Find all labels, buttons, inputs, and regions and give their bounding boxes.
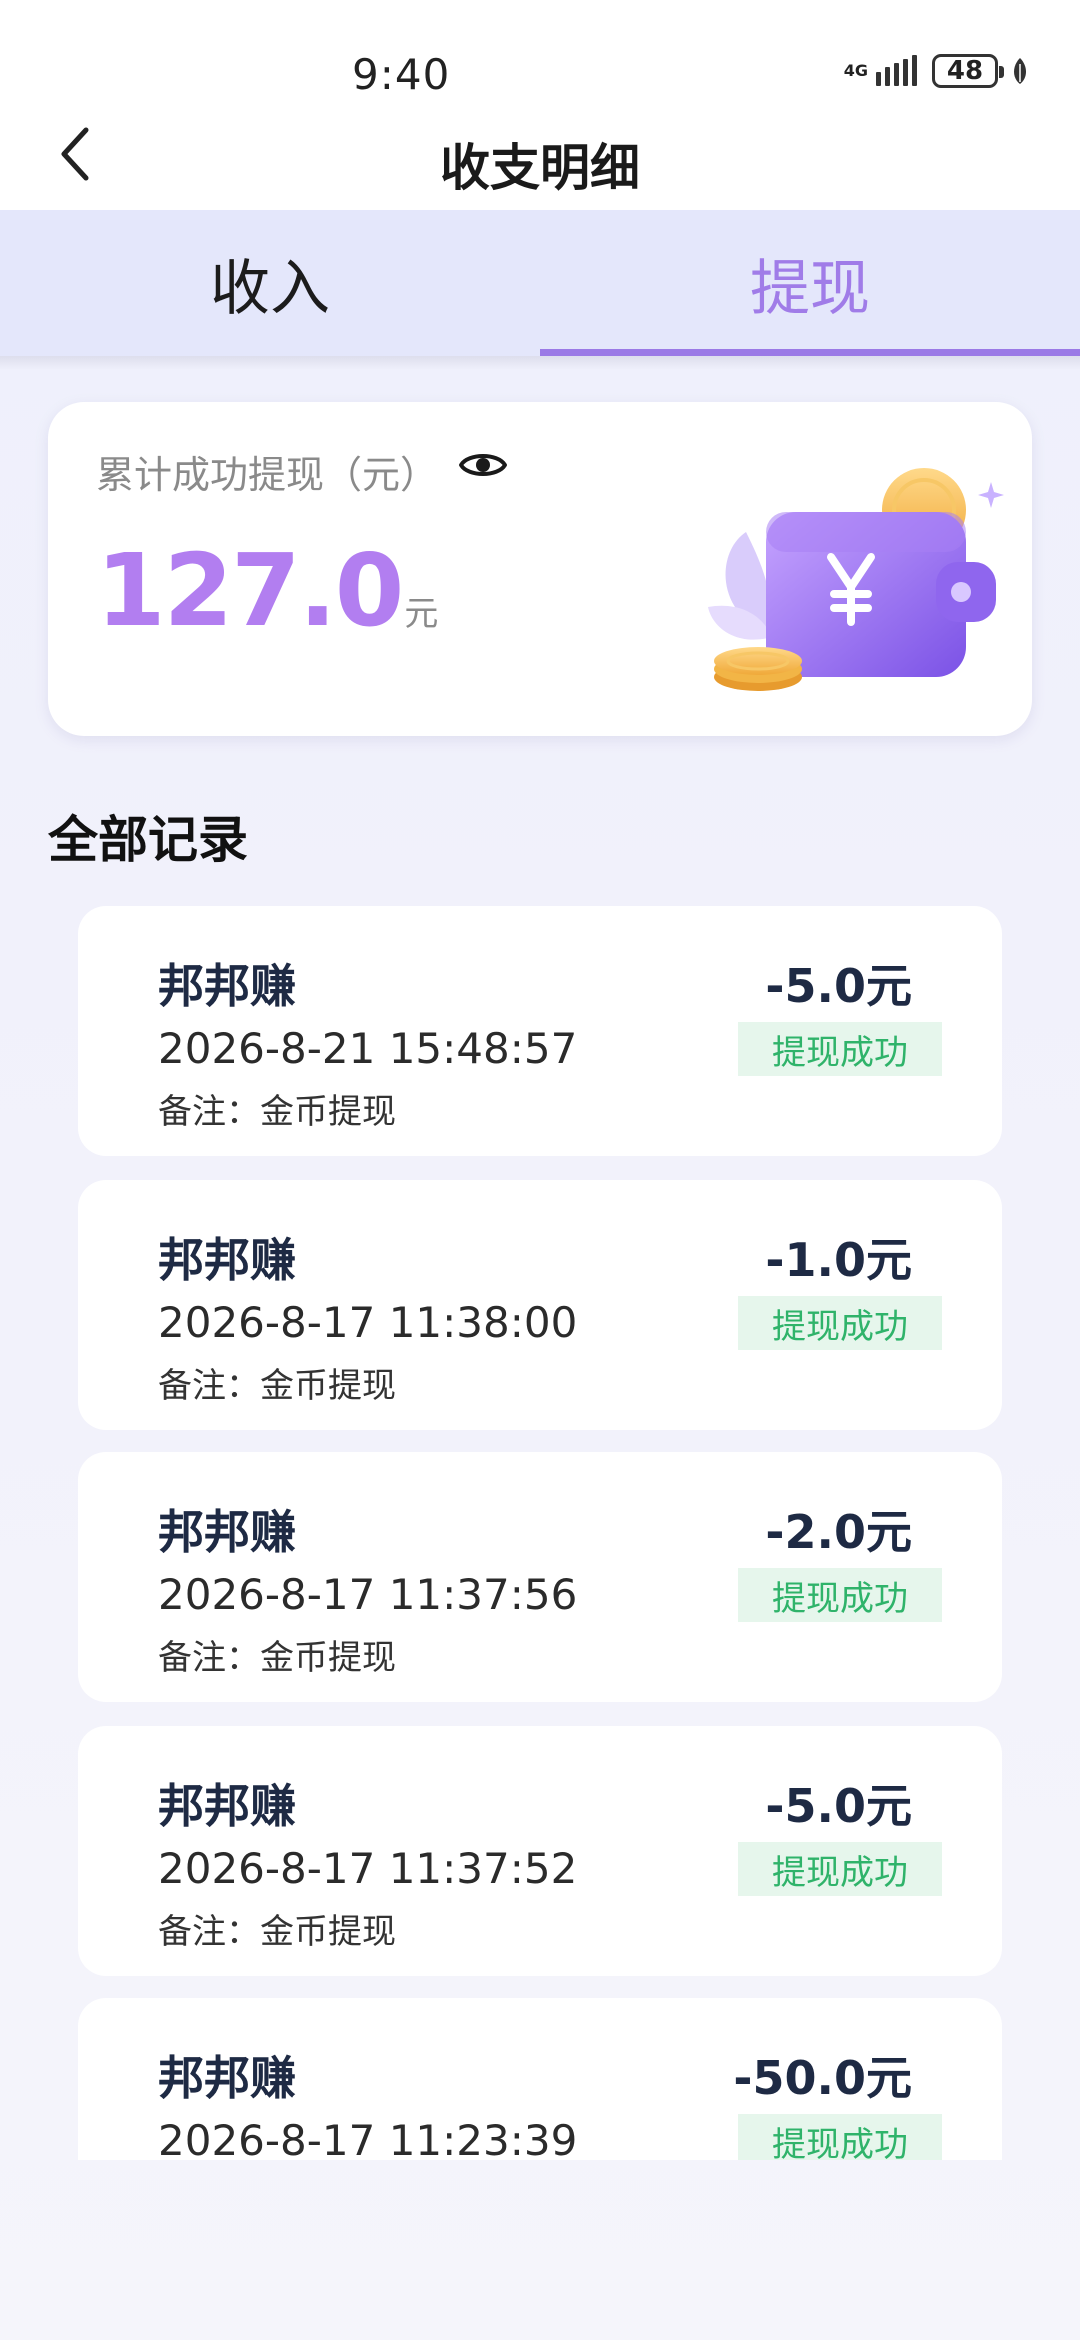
- summary-amount-row: 127.0 元: [96, 532, 438, 649]
- summary-label: 累计成功提现（元）: [96, 453, 439, 497]
- section-title-all-records: 全部记录: [48, 811, 248, 869]
- record-status-badge: 提现成功: [738, 1296, 942, 1350]
- record-amount: -50.0元: [733, 2051, 912, 2105]
- summary-amount: 127.0: [96, 532, 404, 649]
- record-time: 2026-8-21 15:48:57: [158, 1024, 578, 1073]
- record-note: 备注：金币提现: [158, 1092, 396, 1132]
- record-note: 备注：金币提现: [158, 1638, 396, 1678]
- withdraw-summary-card: 累计成功提现（元） 127.0 元: [48, 402, 1032, 736]
- record-time: 2026-8-17 11:37:56: [158, 1570, 578, 1619]
- record-name: 邦邦赚: [158, 1505, 296, 1559]
- record-time: 2026-8-17 11:37:52: [158, 1844, 578, 1893]
- header: 收支明细: [0, 120, 1080, 210]
- summary-unit: 元: [404, 594, 439, 634]
- tab-withdraw-label: 提现: [750, 253, 870, 324]
- signal-icon: [876, 55, 917, 86]
- record-item[interactable]: 邦邦赚 2026-8-21 15:48:57 备注：金币提现 -5.0元 提现成…: [78, 906, 1002, 1156]
- record-status-badge: 提现成功: [738, 1568, 942, 1622]
- tab-bar-shadow: [0, 356, 1080, 370]
- record-name: 邦邦赚: [158, 1233, 296, 1287]
- tab-withdraw[interactable]: 提现: [540, 210, 1080, 356]
- tab-bar: 收入 提现: [0, 210, 1080, 356]
- tab-income[interactable]: 收入: [0, 210, 540, 356]
- record-time: 2026-8-17 11:38:00: [158, 1298, 578, 1347]
- battery-level: 48: [946, 56, 984, 86]
- battery-icon: 48: [932, 54, 1004, 88]
- record-amount: -1.0元: [765, 1233, 912, 1287]
- record-item[interactable]: 邦邦赚 2026-8-17 11:23:39 -50.0元 提现成功: [78, 1998, 1002, 2160]
- wallet-illustration: [708, 468, 1004, 691]
- page-title: 收支明细: [440, 139, 640, 197]
- record-note: 备注：金币提现: [158, 1912, 396, 1952]
- status-time: 9:40: [352, 50, 451, 99]
- tab-income-label: 收入: [210, 253, 330, 324]
- record-name: 邦邦赚: [158, 2051, 296, 2105]
- record-item[interactable]: 邦邦赚 2026-8-17 11:38:00 备注：金币提现 -1.0元 提现成…: [78, 1180, 1002, 1430]
- record-status-badge: 提现成功: [738, 1022, 942, 1076]
- leaf-icon: [1014, 58, 1026, 84]
- active-tab-indicator: [540, 349, 1080, 356]
- record-item[interactable]: 邦邦赚 2026-8-17 11:37:56 备注：金币提现 -2.0元 提现成…: [78, 1452, 1002, 1702]
- status-icons: 4G 48: [844, 54, 1030, 88]
- record-amount: -5.0元: [765, 1779, 912, 1833]
- record-name: 邦邦赚: [158, 959, 296, 1013]
- status-bar: 9:40 4G 48: [0, 0, 1080, 120]
- record-list: 邦邦赚 2026-8-21 15:48:57 备注：金币提现 -5.0元 提现成…: [78, 906, 1002, 2160]
- record-amount: -2.0元: [765, 1505, 912, 1559]
- record-amount: -5.0元: [765, 959, 912, 1013]
- record-time: 2026-8-17 11:23:39: [158, 2116, 578, 2160]
- record-item[interactable]: 邦邦赚 2026-8-17 11:37:52 备注：金币提现 -5.0元 提现成…: [78, 1726, 1002, 1976]
- record-status-badge: 提现成功: [738, 2114, 942, 2160]
- record-note: 备注：金币提现: [158, 1366, 396, 1406]
- record-status-badge: 提现成功: [738, 1842, 942, 1896]
- network-type-label: 4G: [843, 61, 868, 80]
- eye-icon[interactable]: [458, 446, 508, 484]
- record-name: 邦邦赚: [158, 1779, 296, 1833]
